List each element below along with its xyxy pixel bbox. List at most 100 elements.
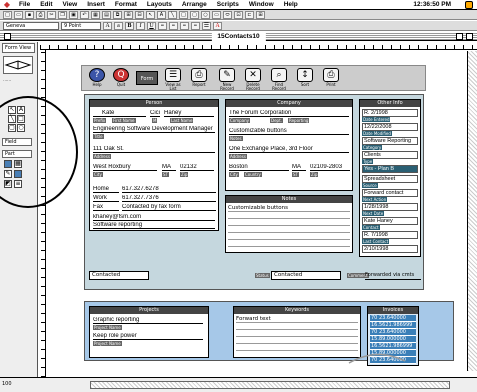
fill-pattern-icon[interactable]: ▦ xyxy=(14,160,22,168)
sort-button[interactable]: ↕ Sort xyxy=(294,68,316,87)
other-info-field-9[interactable]: Kate Haney xyxy=(362,217,418,225)
fax-field[interactable]: Contacted by fax form xyxy=(122,204,216,211)
new-record-button[interactable]: ✎ New Record xyxy=(216,68,238,91)
menu-insert[interactable]: Insert xyxy=(82,1,110,8)
text-tool-icon[interactable]: A xyxy=(157,10,166,19)
text-tool-icon[interactable]: A xyxy=(17,106,25,114)
pointer-tool-icon[interactable]: ↖ xyxy=(146,10,155,19)
person-zip-field[interactable]: 02132 xyxy=(180,164,214,171)
button-tool-icon[interactable]: ⬭ xyxy=(223,10,232,19)
work-phone-field[interactable]: 617.327.7376 xyxy=(122,195,216,202)
dept-value[interactable]: Reporting xyxy=(288,118,310,123)
part-tool[interactable]: Part xyxy=(2,150,32,158)
align-right-icon[interactable]: ≡ xyxy=(180,21,189,30)
find-record-button[interactable]: ⌕ Find Record xyxy=(268,68,290,91)
other-info-field-10[interactable]: R. 7/1998 xyxy=(362,231,418,239)
save-icon[interactable]: ▪ xyxy=(25,10,34,19)
portal-tool-icon[interactable]: ⊡ xyxy=(234,10,243,19)
font-select[interactable]: Geneva xyxy=(3,21,59,30)
menu-edit[interactable]: Edit xyxy=(35,1,57,8)
layout-select[interactable]: Form View xyxy=(2,43,35,53)
email-field[interactable]: khaney@fsm.com xyxy=(93,214,215,221)
line-tool-icon[interactable]: ╲ xyxy=(8,115,16,123)
other-info-field-6[interactable]: Spreadsheet xyxy=(362,175,418,183)
horizontal-scrollbar[interactable] xyxy=(90,381,450,389)
zoom-level[interactable]: 100 xyxy=(2,381,12,387)
size-select[interactable]: 9 Point xyxy=(61,21,101,30)
effects-icon[interactable]: ◩ xyxy=(4,180,12,188)
line-width-icon[interactable]: ≡ xyxy=(14,180,22,188)
company-name-field[interactable]: The Forum Corporation xyxy=(229,110,349,117)
person-address-field[interactable]: 111 Oak St. xyxy=(93,146,215,153)
view-as-list-button[interactable]: ☰ View as List xyxy=(162,68,184,91)
company-address-field[interactable]: One Exchange Place, 3rd Floor xyxy=(229,146,349,153)
window-title-bar[interactable]: 15Contacts10 xyxy=(0,32,477,41)
book-navigator[interactable] xyxy=(3,56,33,74)
zoom-box-icon[interactable] xyxy=(456,33,463,40)
menu-help[interactable]: Help xyxy=(279,1,303,8)
project-field-1[interactable]: Graphic reporting xyxy=(93,317,203,324)
rect-tool-icon[interactable]: □ xyxy=(17,115,25,123)
other-info-field-2[interactable]: 12/22/2008 xyxy=(362,123,418,131)
part-tool-icon[interactable]: ⊏ xyxy=(245,10,254,19)
layout-icon[interactable]: ▦ xyxy=(91,10,100,19)
person-city-field[interactable]: West Roxbury xyxy=(93,164,157,171)
other-info-field-11[interactable]: 2/10/1998 xyxy=(362,245,418,253)
last-name-field[interactable]: Haney xyxy=(164,110,214,117)
notes-textarea[interactable]: Customizable buttons xyxy=(228,205,350,251)
first-name-field[interactable]: Kate xyxy=(102,110,146,117)
home-phone-field[interactable]: 617.327.6278 xyxy=(122,186,216,193)
project-field-2[interactable]: Keep role power xyxy=(93,333,203,340)
vertical-scrollbar[interactable] xyxy=(467,51,477,371)
invoice-row[interactable]: 16.5621.986999 xyxy=(370,322,416,329)
line-spacing-icon[interactable]: ☰ xyxy=(202,21,211,30)
company-state-field[interactable]: MA xyxy=(292,164,306,171)
quit-button[interactable]: Q Quit xyxy=(110,68,132,87)
company-city-field[interactable]: Boston xyxy=(229,164,289,171)
layout-canvas[interactable]: ? Help Q Quit Form ☰ View as List ⎙ Repo… xyxy=(47,51,467,371)
menu-arrange[interactable]: Arrange xyxy=(177,1,212,8)
person-state-field[interactable]: MA xyxy=(162,164,176,171)
grid-icon[interactable]: ⊞ xyxy=(256,10,265,19)
pointer-tool-icon[interactable]: ↖ xyxy=(8,106,16,114)
form-tab[interactable]: Form xyxy=(136,71,158,85)
text-color-icon[interactable]: A xyxy=(213,21,222,30)
cut-icon[interactable]: ✂ xyxy=(47,10,56,19)
table-icon[interactable]: ▤ xyxy=(102,10,111,19)
rounded-rect-icon[interactable]: ▢ xyxy=(190,10,199,19)
other-info-field-3[interactable]: Software Reporting xyxy=(362,137,418,145)
delete-record-button[interactable]: ✕ Delete Record xyxy=(242,68,264,91)
paste-icon[interactable]: ▣ xyxy=(69,10,78,19)
field-tool[interactable]: Field xyxy=(2,138,32,146)
middle-initial-field[interactable]: Cici xyxy=(150,110,160,117)
menu-window[interactable]: Window xyxy=(244,1,279,8)
print-button[interactable]: ⎙ Print xyxy=(320,68,342,87)
apple-menu-icon[interactable]: ◆ xyxy=(0,0,14,9)
oval-tool-icon[interactable]: ○ xyxy=(201,10,210,19)
fill-color-icon[interactable] xyxy=(4,160,12,168)
pen-pattern-icon[interactable] xyxy=(14,170,22,178)
align-icon[interactable]: ⊟ xyxy=(135,10,144,19)
collapse-box-icon[interactable] xyxy=(466,33,473,40)
menu-format[interactable]: Format xyxy=(110,1,142,8)
menu-view[interactable]: View xyxy=(57,1,82,8)
invoice-row[interactable]: 70 23.640000 xyxy=(370,329,416,336)
help-button[interactable]: ? Help xyxy=(86,68,108,87)
pen-color-icon[interactable]: ✎ xyxy=(4,170,12,178)
other-info-field-8[interactable]: 1/28/1998 xyxy=(362,203,418,211)
arrange-icon[interactable]: ⧉ xyxy=(113,10,122,19)
print-icon[interactable]: ⎙ xyxy=(36,10,45,19)
menu-scripts[interactable]: Scripts xyxy=(212,1,244,8)
title-field[interactable]: Engineering Software Development Manager xyxy=(93,126,215,133)
line-tool-icon[interactable]: ╲ xyxy=(168,10,177,19)
company-zip-field[interactable]: 02109-2803 xyxy=(310,164,350,171)
oval-tool-icon[interactable]: ○ xyxy=(17,124,25,132)
comment-field[interactable]: Forwarded via cmts xyxy=(365,271,421,280)
undo-icon[interactable]: ↶ xyxy=(80,10,89,19)
font-larger-icon[interactable]: A xyxy=(103,21,112,30)
copy-icon[interactable]: ❐ xyxy=(58,10,67,19)
align-left-icon[interactable]: ≡ xyxy=(158,21,167,30)
open-file-icon[interactable]: ▭ xyxy=(14,10,23,19)
status-field[interactable]: Contacted xyxy=(271,271,341,280)
align-center-icon[interactable]: ≡ xyxy=(169,21,178,30)
